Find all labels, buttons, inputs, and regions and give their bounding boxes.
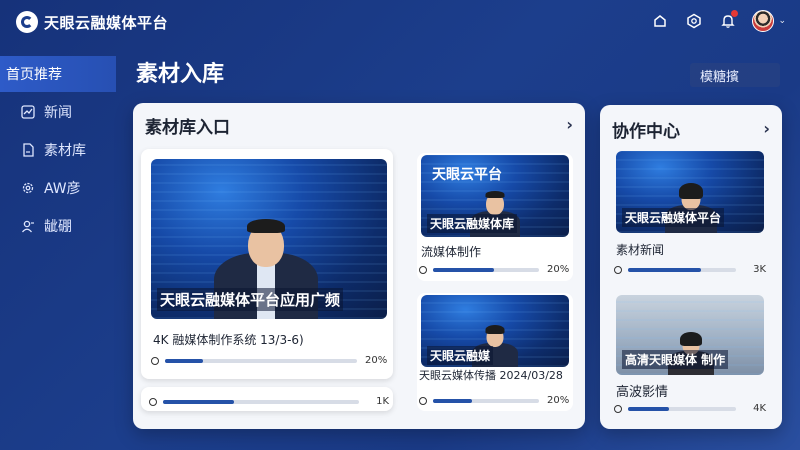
chevron-down-icon[interactable]: ⌄ [778,16,786,26]
sidebar-item-home[interactable]: 首页推荐 [0,56,116,92]
notification-badge [731,10,739,17]
page-title: 素材入库 [136,62,225,87]
media-card-2[interactable]: 天眼云融媒 天眼云媒体传播 2024/03/28 20% [417,293,573,411]
collaboration-panel-title: 协作中心 [612,122,680,142]
play-icon [419,396,427,405]
collab-caption-1: 天眼云融媒体平台 [622,208,725,227]
sidebar: 首页推荐 新闻 素材库 AW彦 龇硼 [0,56,116,246]
app-logo[interactable]: 天眼云融媒体平台 [16,11,168,33]
progress-value: 20% [547,395,570,406]
play-icon [614,404,622,413]
media-thumbnail-2[interactable]: 天眼云融媒 [421,295,569,367]
settings-icon[interactable] [684,11,704,31]
sidebar-item-label: 龇硼 [44,219,72,235]
featured-caption: 天眼云融媒体平台应用广频 [157,288,344,311]
collaboration-panel: 协作中心 › 天眼云融媒体平台 素材新闻 3K 高清天眼媒体 制作 高波影情 4… [600,105,782,429]
collab-progress-1: 3K [614,264,766,275]
logo-icon [16,11,38,33]
sidebar-item-label: 首页推荐 [6,67,62,83]
collab-thumbnail-1[interactable]: 天眼云融媒体平台 [616,151,764,233]
progress-value: 1K [376,396,389,407]
progress-value: 4K [753,403,766,414]
sidebar-item-ai[interactable]: AW彦 [0,170,116,206]
featured-media-card[interactable]: 天眼云融媒体平台应用广频 4K 融媒体制作系统 13/3-6) 20% [141,149,393,379]
gear-icon [20,180,36,196]
featured-progress: 20% [151,355,387,366]
chevron-right-icon[interactable]: › [763,119,770,138]
library-panel-title: 素材库入口 [145,118,230,138]
media-caption-2: 天眼云融媒 [427,346,494,365]
media-title-1: 流媒体制作 [421,245,482,259]
progress-fill [433,398,473,403]
document-icon [20,142,36,158]
collab-title-1: 素材新闻 [616,243,665,257]
home-icon[interactable] [650,11,670,31]
sidebar-item-label: AW彦 [44,181,81,197]
collab-card-2[interactable]: 高清天眼媒体 制作 高波影情 4K [614,293,766,419]
top-bar: 天眼云融媒体平台 ⌄ [0,0,800,44]
progress-value: 20% [365,355,388,366]
filter-dropdown[interactable]: 模糖擯 [690,63,780,87]
progress-value: 20% [547,264,570,275]
media-thumbnail-1[interactable]: 天眼云平台 天眼云融媒体库 [421,155,569,237]
collab-progress-2: 4K [614,403,766,414]
sidebar-item-library[interactable]: 素材库 [0,132,116,168]
chart-icon [20,104,36,120]
featured-title: 4K 融媒体制作系统 13/3-6) [153,333,304,347]
sidebar-item-users[interactable]: 龇硼 [0,208,116,244]
media-caption-1: 天眼云融媒体库 [427,214,518,233]
progress-fill [628,267,702,272]
play-icon [151,356,159,365]
play-icon [149,397,157,406]
progress-fill [628,406,670,411]
chevron-right-icon[interactable]: › [566,115,573,134]
notification-bell-icon[interactable] [718,10,739,31]
media-progress-2: 20% [419,395,569,406]
user-avatar[interactable] [752,10,775,32]
sidebar-item-news[interactable]: 新闻 [0,94,116,130]
user-icon [20,218,36,234]
play-icon [614,265,622,274]
library-panel: 素材库入口 › 天眼云融媒体平台应用广频 4K 融媒体制作系统 13/3-6) … [133,103,585,429]
collab-title-2: 高波影情 [616,385,669,400]
progress-value: 3K [753,264,766,275]
collab-caption-2: 高清天眼媒体 制作 [622,350,729,369]
media-card-1[interactable]: 天眼云平台 天眼云融媒体库 流媒体制作 20% [417,153,573,281]
featured-bottom-progress: 1K [149,396,389,407]
collab-thumbnail-2[interactable]: 高清天眼媒体 制作 [616,295,764,375]
media-progress-1: 20% [419,264,569,275]
sidebar-item-label: 素材库 [44,143,86,159]
progress-fill [163,399,234,404]
sidebar-item-label: 新闻 [44,105,72,121]
app-title: 天眼云融媒体平台 [44,13,169,32]
progress-fill [165,358,204,363]
featured-bottom-card[interactable]: 1K [141,387,393,411]
play-icon [419,265,427,274]
collab-card-1[interactable]: 天眼云融媒体平台 素材新闻 3K [614,149,766,279]
featured-thumbnail[interactable]: 天眼云融媒体平台应用广频 [151,159,387,319]
media-title-2: 天眼云媒体传播 2024/03/28 [419,369,563,382]
progress-fill [433,267,495,272]
